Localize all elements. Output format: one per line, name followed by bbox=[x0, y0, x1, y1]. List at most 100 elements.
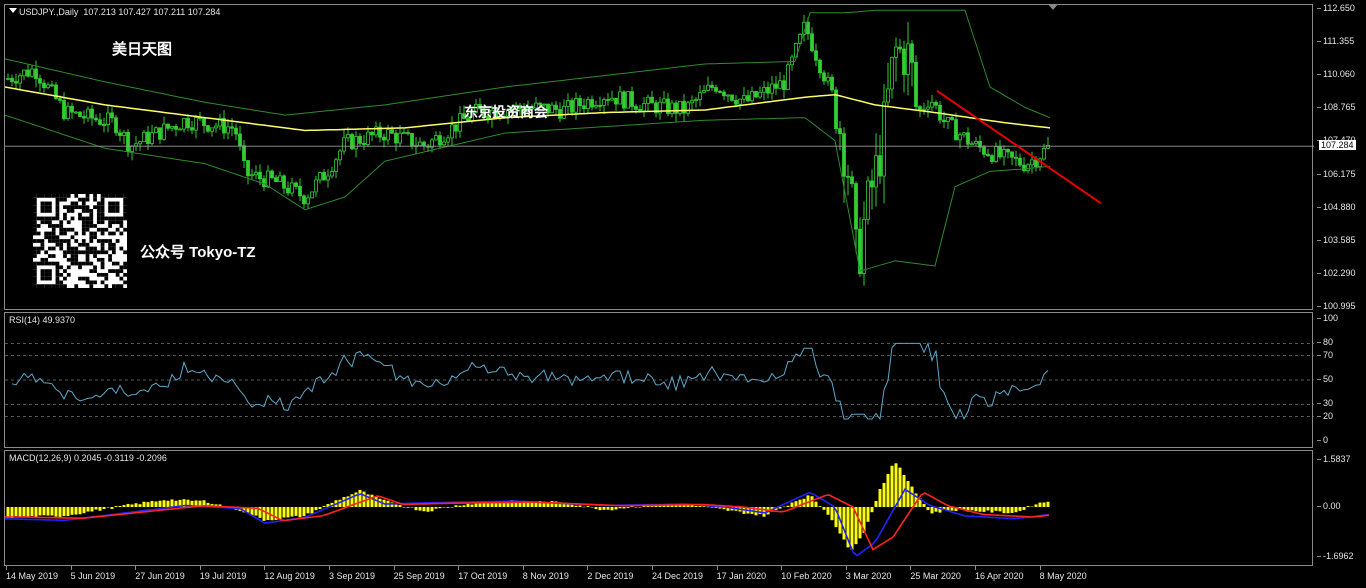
candle-body bbox=[294, 182, 298, 187]
candle-body bbox=[190, 127, 194, 131]
candle-body bbox=[454, 124, 458, 132]
macd-bar bbox=[450, 507, 454, 508]
candle-body bbox=[246, 160, 250, 177]
macd-bar bbox=[130, 504, 134, 507]
candle-body bbox=[862, 218, 866, 275]
axis-tick bbox=[1317, 206, 1321, 208]
macd-bar bbox=[1022, 507, 1026, 510]
candle-body bbox=[370, 131, 374, 136]
price-chart-canvas[interactable] bbox=[5, 5, 1314, 311]
time-axis-label: 10 Feb 2020 bbox=[781, 571, 832, 581]
macd-bar bbox=[622, 507, 626, 509]
candle-body bbox=[26, 69, 30, 77]
candle-body bbox=[130, 145, 134, 152]
candle-body bbox=[582, 105, 586, 110]
candle-body bbox=[622, 91, 626, 109]
axis-tick bbox=[1317, 440, 1321, 441]
candle-body bbox=[750, 91, 754, 102]
price-axis-label: 103.585 bbox=[1323, 234, 1356, 245]
candle-body bbox=[814, 50, 818, 61]
macd-bar bbox=[710, 507, 714, 508]
macd-bar bbox=[290, 507, 294, 517]
chart-shift-marker-icon[interactable] bbox=[1048, 4, 1058, 10]
rsi-canvas[interactable] bbox=[5, 313, 1314, 449]
macd-bar bbox=[298, 507, 302, 518]
rsi-line bbox=[11, 341, 1049, 421]
candle-body bbox=[910, 43, 914, 63]
macd-bar bbox=[318, 507, 322, 509]
macd-bar bbox=[402, 507, 406, 508]
macd-bar bbox=[890, 465, 894, 507]
candle-body bbox=[886, 88, 890, 103]
candle-body bbox=[594, 105, 598, 108]
candle-body bbox=[990, 155, 994, 162]
macd-bar bbox=[66, 507, 70, 517]
candle-body bbox=[326, 175, 330, 181]
candle-body bbox=[258, 171, 262, 180]
candle-body bbox=[134, 143, 138, 147]
rsi-pane[interactable]: RSI(14) 49.9370 bbox=[4, 312, 1314, 449]
candle-body bbox=[710, 84, 714, 88]
macd-bar bbox=[694, 505, 698, 507]
macd-bar bbox=[894, 463, 898, 507]
macd-bar bbox=[986, 507, 990, 511]
macd-bar bbox=[638, 506, 642, 508]
macd-canvas[interactable] bbox=[5, 451, 1314, 567]
macd-bar bbox=[830, 507, 834, 521]
time-tick bbox=[845, 566, 847, 570]
candle-body bbox=[10, 78, 14, 82]
axis-tick bbox=[1317, 74, 1321, 76]
trendline bbox=[936, 89, 1102, 205]
macd-bar bbox=[162, 500, 166, 507]
candle-body bbox=[330, 171, 334, 177]
candle-body bbox=[870, 180, 874, 188]
candle-body bbox=[830, 76, 834, 91]
macd-bar bbox=[826, 507, 830, 515]
candle-body bbox=[74, 111, 78, 114]
time-axis[interactable]: 14 May 2019 5 Jun 2019 27 Jun 2019 19 Jul 2… bbox=[4, 566, 1313, 588]
macd-bar bbox=[146, 502, 150, 507]
candle-body bbox=[950, 116, 954, 121]
macd-bar bbox=[466, 503, 470, 507]
candle-body bbox=[554, 104, 558, 110]
chart-menu-arrow-icon[interactable] bbox=[9, 8, 17, 13]
candle-body bbox=[602, 99, 606, 106]
macd-pane[interactable]: MACD(12,26,9) 0.2045 -0.3119 -0.2096 bbox=[4, 450, 1313, 566]
candle-body bbox=[926, 106, 930, 110]
candle-body bbox=[854, 183, 858, 230]
time-axis-label: 8 Nov 2019 bbox=[522, 571, 569, 581]
macd-bar bbox=[406, 507, 410, 508]
macd-bar bbox=[394, 504, 398, 507]
candle-body bbox=[46, 84, 50, 89]
time-tick bbox=[329, 566, 330, 570]
macd-bar bbox=[574, 505, 578, 507]
candle-body bbox=[114, 117, 118, 134]
price-axis-label: 111.355 bbox=[1323, 36, 1355, 47]
macd-bar bbox=[886, 473, 890, 507]
candle-body bbox=[714, 87, 718, 92]
time-axis-label: 8 May 2020 bbox=[1039, 571, 1087, 581]
macd-axis-label: 0.00 bbox=[1323, 501, 1341, 511]
candle-body bbox=[946, 116, 950, 123]
macd-bar bbox=[998, 507, 1002, 512]
candle-body bbox=[962, 132, 966, 136]
macd-bar bbox=[1038, 502, 1042, 507]
candle-body bbox=[998, 146, 1002, 158]
macd-bar bbox=[414, 507, 418, 511]
candle-body bbox=[178, 128, 182, 131]
candle-body bbox=[922, 108, 926, 111]
macd-bar bbox=[926, 507, 930, 511]
macd-bar bbox=[158, 500, 162, 507]
candle-body bbox=[262, 178, 266, 188]
macd-bar bbox=[458, 505, 462, 507]
candle-body bbox=[698, 92, 702, 100]
macd-bar bbox=[30, 507, 34, 516]
macd-bar bbox=[586, 505, 590, 507]
price-axis[interactable]: 112.650111.355110.060108.765107.470106.1… bbox=[1317, 0, 1366, 588]
candle-body bbox=[342, 137, 346, 152]
price-chart-pane[interactable]: USDJPY.,Daily 107.213 107.427 107.211 10… bbox=[4, 4, 1314, 311]
time-axis-label: 19 Jul 2019 bbox=[199, 571, 247, 581]
candle-body bbox=[446, 137, 450, 143]
candle-body bbox=[1022, 164, 1026, 171]
candle-body bbox=[274, 177, 278, 183]
